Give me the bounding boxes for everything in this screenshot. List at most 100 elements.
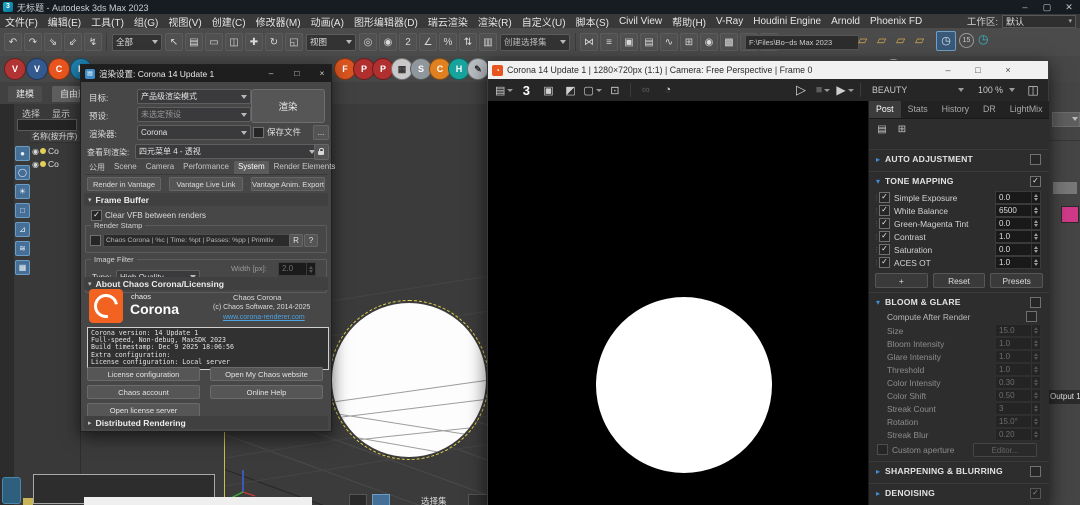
vfb-close-button[interactable]: × — [996, 61, 1020, 79]
window-crossing-icon[interactable]: ◫ — [225, 33, 243, 51]
value-spinner[interactable]: 1.0 — [995, 230, 1041, 243]
start-render-icon[interactable]: ▷ — [792, 81, 810, 99]
render-dialog-tab[interactable]: Camera — [142, 161, 178, 174]
vfb-maximize-button[interactable]: □ — [966, 61, 990, 79]
about-button[interactable]: License configuration — [87, 367, 200, 381]
render-stamp-checkbox[interactable] — [90, 235, 101, 246]
render-dialog-tab[interactable]: System — [234, 161, 269, 174]
value-spinner[interactable]: 6500 — [995, 204, 1041, 217]
select-and-link-icon[interactable]: ⇘ — [44, 33, 62, 51]
custom-aperture-checkbox[interactable] — [877, 444, 888, 455]
checkbox[interactable] — [253, 127, 264, 138]
menu-item[interactable]: Houdini Engine — [748, 16, 826, 27]
menu-item[interactable]: Arnold — [826, 16, 865, 27]
vfb-minimize-button[interactable]: – — [936, 61, 960, 79]
preset-dropdown[interactable]: 未选定预设 — [137, 107, 251, 122]
layer-manager-icon[interactable]: ▣ — [620, 33, 638, 51]
render-stamp-input[interactable]: Chaos Corona | %c | Time: %pt | Passes: … — [103, 234, 291, 247]
render-button[interactable]: 渲染 — [251, 89, 325, 123]
stop-render-icon[interactable]: ■ — [814, 81, 832, 99]
about-button[interactable]: Open license server — [87, 403, 200, 417]
vray-toolbar-icon[interactable]: V — [4, 58, 26, 80]
color-swatch[interactable] — [1061, 206, 1079, 223]
minimize-button[interactable]: – — [1014, 1, 1036, 14]
time-clock-icon[interactable]: ◷ — [978, 32, 988, 46]
snaps-toggle-icon[interactable]: 2 — [399, 33, 417, 51]
save-file-checkbox[interactable]: 保存文件 — [253, 126, 301, 138]
edit-named-selection-sets-icon[interactable]: ▥ — [479, 33, 497, 51]
align-icon[interactable]: ≡ — [600, 33, 618, 51]
view-to-render-dropdown[interactable]: 四元菜单 4 - 透视 — [135, 144, 319, 159]
menu-item[interactable]: 动画(A) — [306, 14, 349, 29]
menu-item[interactable]: Phoenix FD — [865, 16, 927, 27]
value-spinner[interactable]: 0.0 — [995, 191, 1041, 204]
lock-view-button[interactable] — [314, 144, 329, 160]
mini-curve-toggle[interactable] — [2, 477, 21, 504]
menu-item[interactable]: 工具(T) — [86, 14, 129, 29]
bloom-glare-section[interactable]: ▾ BLOOM & GLARE — [869, 292, 1049, 311]
menu-item[interactable]: Civil View — [614, 16, 667, 27]
vfb-panel-tab[interactable]: Post — [869, 101, 901, 118]
denoising-checkbox[interactable] — [1030, 488, 1041, 499]
curve-editor-icon[interactable]: ∿ — [660, 33, 678, 51]
checkbox[interactable] — [91, 210, 102, 221]
render-dialog-tab[interactable]: Performance — [179, 161, 233, 174]
duplicate-to-history-icon[interactable]: ▣ — [539, 81, 557, 99]
row-checkbox[interactable] — [879, 257, 890, 268]
close-button[interactable]: ✕ — [1058, 1, 1080, 14]
render-region-icon[interactable]: ▢ — [583, 81, 601, 99]
tone-mapping-button[interactable]: Reset — [933, 273, 986, 288]
render-setup-icon[interactable]: ▩ — [720, 33, 738, 51]
sharpening-blurring-section[interactable]: ▸ SHARPENING & BLURRING — [869, 461, 1049, 480]
select-by-name-icon[interactable]: ▤ — [185, 33, 203, 51]
menu-item[interactable]: 修改器(M) — [251, 14, 306, 29]
ribbon-toggle-icon[interactable]: ▤ — [640, 33, 658, 51]
menu-item[interactable]: 自定义(U) — [517, 14, 571, 29]
value-spinner[interactable]: 3 — [995, 402, 1041, 415]
clear-vfb-checkbox[interactable]: Clear VFB between renders — [91, 210, 206, 221]
filter-geometry-icon[interactable]: ● — [15, 146, 30, 161]
3dsmax-export-icon[interactable]: 3 — [517, 81, 535, 99]
dialog-minimize-button[interactable]: – — [261, 67, 281, 80]
value-spinner[interactable]: 15.0° — [995, 415, 1041, 428]
render-mode-icon[interactable]: ▶ — [836, 81, 854, 99]
reference-coordinate-dropdown[interactable]: 视图 — [306, 34, 356, 51]
select-and-rotate-icon[interactable]: ↻ — [265, 33, 283, 51]
value-spinner[interactable]: 0.0 — [995, 217, 1041, 230]
menu-item[interactable]: 文件(F) — [0, 14, 43, 29]
menu-item[interactable]: 编辑(E) — [43, 14, 86, 29]
bulb-icon[interactable] — [40, 161, 46, 167]
render-dialog-tab[interactable]: Render Elements — [270, 161, 340, 174]
pencil-tool-icon[interactable]: ✎ — [467, 58, 489, 80]
selection-filter-dropdown[interactable]: 全部 — [112, 34, 162, 51]
value-spinner[interactable]: 15.0 — [995, 324, 1041, 337]
tone-mapping-section[interactable]: ▾ TONE MAPPING — [869, 171, 1049, 190]
bind-to-space-warp-icon[interactable]: ↯ — [84, 33, 102, 51]
bulb-icon[interactable] — [40, 148, 46, 154]
material-editor-icon[interactable]: ◉ — [700, 33, 718, 51]
select-and-scale-icon[interactable]: ◱ — [285, 33, 303, 51]
load-config-folder-icon[interactable]: ⊞ — [895, 123, 909, 137]
workspace-dropdown[interactable]: 默认 ▾ — [1002, 15, 1076, 28]
spinner-snap-icon[interactable]: ⇅ — [459, 33, 477, 51]
value-spinner[interactable]: 0.0 — [995, 243, 1041, 256]
menu-item[interactable]: 渲染(R) — [473, 14, 517, 29]
value-spinner[interactable]: 1.0 — [995, 363, 1041, 376]
viewport-sphere-object[interactable] — [332, 303, 486, 457]
filter-spacewarps-icon[interactable]: ≋ — [15, 241, 30, 256]
denoising-section[interactable]: ▸ DENOISING — [869, 483, 1049, 502]
tone-mapping-button[interactable]: + — [875, 273, 928, 288]
pixel-probe-icon[interactable]: ⊡ — [606, 81, 624, 99]
vfb-render-image[interactable] — [488, 101, 868, 505]
filter-helpers-icon[interactable]: ⊿ — [15, 222, 30, 237]
filter-width-spinner[interactable]: 2.0 — [278, 262, 316, 276]
value-spinner[interactable]: 1.0 — [995, 350, 1041, 363]
redo-icon[interactable]: ↷ — [24, 33, 42, 51]
zoom-dropdown[interactable]: 100 % — [974, 83, 1019, 98]
value-spinner[interactable]: 0.50 — [995, 389, 1041, 402]
export-folder-icon[interactable]: ▱ — [915, 33, 924, 47]
corona-swirl-icon[interactable]: ◔ — [659, 81, 677, 99]
aperture-editor-button[interactable]: Editor... — [973, 443, 1037, 457]
select-and-move-icon[interactable]: ✚ — [245, 33, 263, 51]
target-dropdown[interactable]: 产品级渲染模式 — [137, 89, 251, 104]
